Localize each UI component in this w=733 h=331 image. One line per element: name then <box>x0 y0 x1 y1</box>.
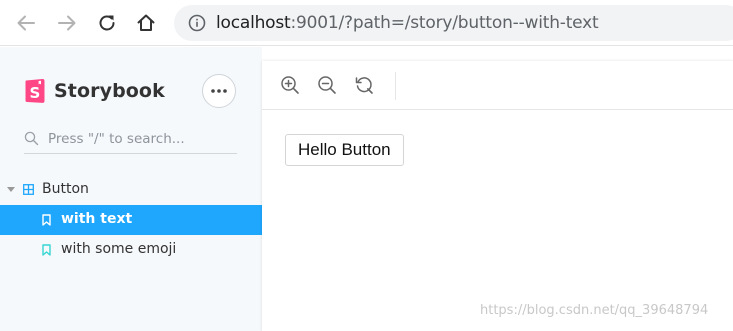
back-button[interactable] <box>13 10 39 36</box>
info-icon[interactable] <box>188 14 206 32</box>
search-input[interactable] <box>48 128 234 150</box>
sidebar-menu-button[interactable] <box>202 74 236 108</box>
bookmark-icon <box>42 214 51 226</box>
zoom-reset-icon[interactable] <box>354 75 374 95</box>
forward-button[interactable] <box>54 10 80 36</box>
address-bar[interactable]: localhost:9001/?path=/story/button--with… <box>174 5 733 41</box>
svg-text:S: S <box>30 84 41 102</box>
sidebar-item-with-text[interactable]: with text <box>0 205 262 235</box>
brand-name: Storybook <box>54 80 165 102</box>
zoom-in-icon[interactable] <box>280 75 300 95</box>
hello-button[interactable]: Hello Button <box>285 134 404 166</box>
reload-button[interactable] <box>94 10 120 36</box>
sidebar: S Storybook Button with text <box>0 47 262 331</box>
url-path: :9001/?path=/story/button--with-text <box>290 13 599 33</box>
home-icon <box>137 14 155 31</box>
sidebar-story-label: with some emoji <box>61 241 177 257</box>
component-icon <box>23 184 34 195</box>
forward-arrow-icon <box>58 15 76 31</box>
home-button[interactable] <box>133 10 159 36</box>
ellipsis-icon <box>211 89 227 93</box>
storybook-brand[interactable]: S Storybook <box>24 78 165 104</box>
caret-down-icon <box>7 187 15 192</box>
reload-icon <box>99 15 115 31</box>
sidebar-item-button-group[interactable]: Button <box>0 175 262 205</box>
watermark: https://blog.csdn.net/qq_39648794 <box>480 303 709 318</box>
preview-toolbar <box>262 61 733 110</box>
url-host: localhost <box>216 13 291 33</box>
sidebar-group-label: Button <box>42 181 89 197</box>
search-box <box>24 127 237 154</box>
back-arrow-icon <box>17 15 35 31</box>
search-icon <box>24 131 39 146</box>
browser-toolbar: localhost:9001/?path=/story/button--with… <box>0 0 733 46</box>
bookmark-icon <box>42 244 51 256</box>
toolbar-divider <box>395 72 396 100</box>
sidebar-item-with-some-emoji[interactable]: with some emoji <box>0 235 262 265</box>
zoom-out-icon[interactable] <box>317 75 337 95</box>
preview-panel: Hello Button https://blog.csdn.net/qq_39… <box>262 61 733 331</box>
sidebar-story-label: with text <box>61 211 133 227</box>
storybook-logo-icon: S <box>25 78 45 103</box>
url-text: localhost:9001/?path=/story/button--with… <box>216 13 599 33</box>
